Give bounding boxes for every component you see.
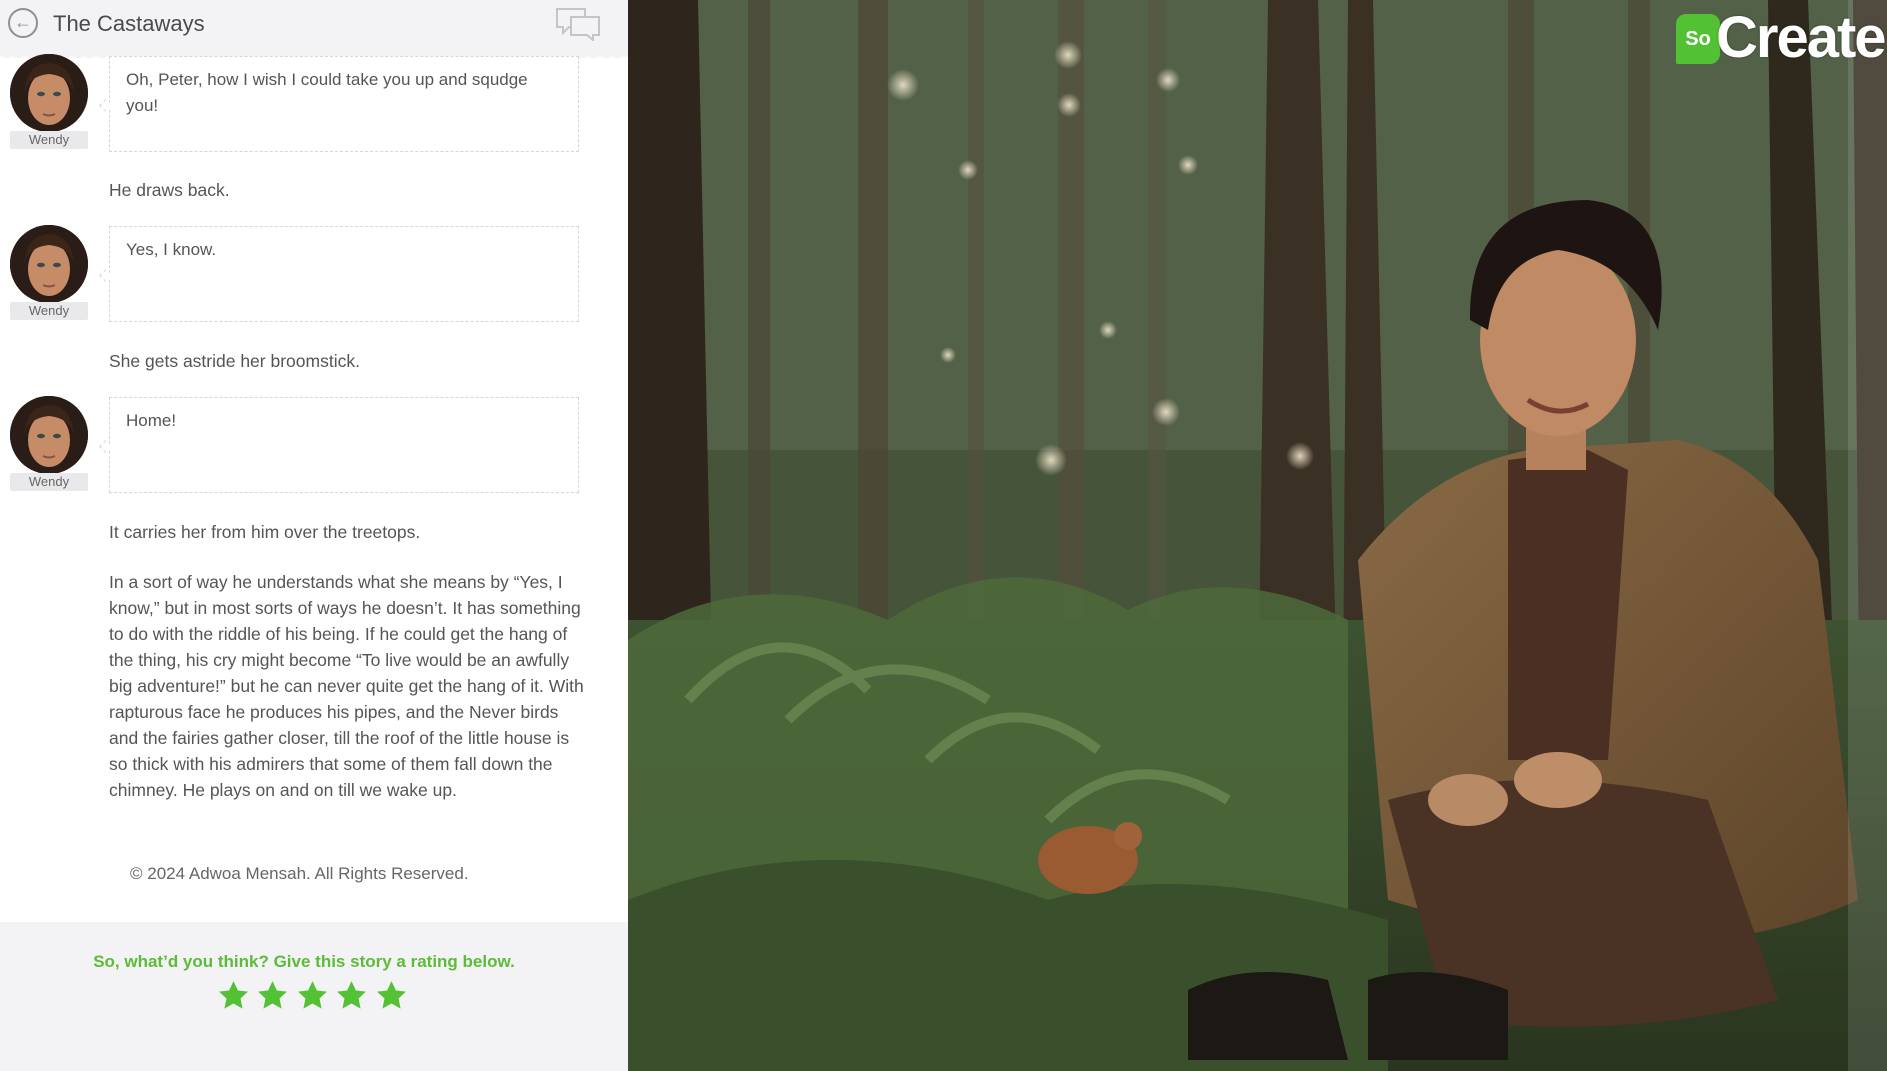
speaker-name: Wendy	[10, 473, 88, 491]
avatar-wendy	[10, 396, 88, 474]
avatar-wendy	[10, 225, 88, 303]
narration-text: She gets astride her broomstick.	[109, 351, 360, 371]
narration-paragraph: In a sort of way he understands what she…	[109, 572, 584, 800]
logo-badge: So	[1676, 14, 1720, 64]
star-icon[interactable]	[256, 979, 289, 1012]
logo-wordmark: Create	[1716, 5, 1887, 70]
star-rating[interactable]	[217, 979, 410, 1017]
speaker-name: Wendy	[10, 131, 88, 149]
story-header: ← The Castaways	[0, 0, 628, 59]
story-title: The Castaways	[53, 11, 205, 36]
narration-text: He draws back.	[109, 180, 230, 200]
socreate-logo: So Create	[1676, 5, 1887, 70]
dialogue-bubble: Home!	[109, 397, 579, 493]
speaker-name: Wendy	[10, 302, 88, 320]
forest-scene-image	[628, 0, 1887, 1071]
back-arrow-icon[interactable]: ←	[8, 8, 38, 38]
avatar-wendy	[10, 54, 88, 132]
star-icon[interactable]	[335, 979, 368, 1012]
rating-prompt: So, what’d you think? Give this story a …	[93, 952, 515, 971]
comments-icon[interactable]	[555, 7, 601, 41]
copyright-notice: © 2024 Adwoa Mensah. All Rights Reserved…	[130, 864, 469, 883]
star-icon[interactable]	[375, 979, 408, 1012]
dialogue-bubble: Oh, Peter, how I wish I could take you u…	[109, 56, 579, 152]
story-illustration	[628, 0, 1887, 1071]
star-icon[interactable]	[296, 979, 329, 1012]
narration-text: It carries her from him over the treetop…	[109, 522, 421, 542]
story-panel: ← The Castaways Wendy Oh, Peter, how I w…	[0, 0, 628, 1071]
dialogue-bubble: Yes, I know.	[109, 226, 579, 322]
star-icon[interactable]	[217, 979, 250, 1012]
rating-section: So, what’d you think? Give this story a …	[0, 922, 628, 1071]
